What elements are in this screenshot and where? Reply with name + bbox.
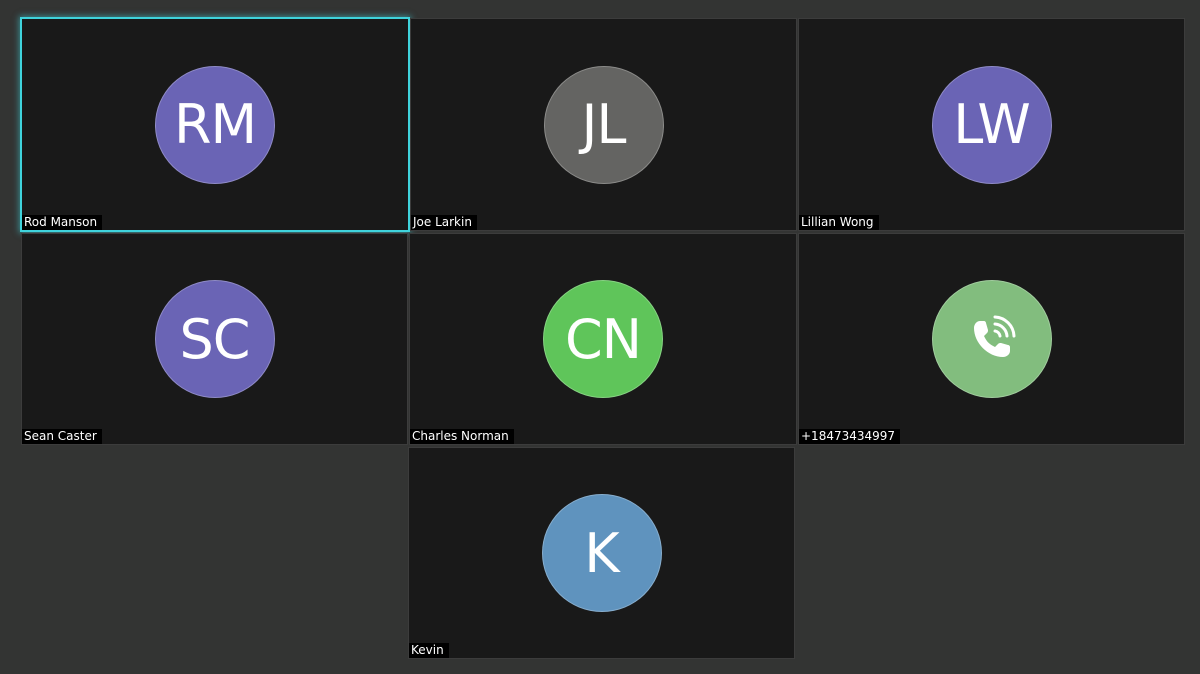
avatar: RM: [155, 65, 275, 184]
participant-name: Rod Manson: [22, 215, 103, 230]
participant-name: +18473434997: [799, 429, 901, 444]
participant-tile-lillian-wong[interactable]: LW Lillian Wong: [798, 18, 1185, 231]
avatar: K: [541, 494, 662, 612]
participant-name: Joe Larkin: [411, 215, 477, 230]
participant-tile-charles-norman[interactable]: CN Charles Norman: [409, 233, 797, 445]
participant-name: Kevin: [409, 643, 449, 658]
participant-name: Sean Caster: [22, 429, 102, 444]
participant-tile-phone[interactable]: +18473434997: [798, 233, 1185, 445]
phone-call-icon: [973, 315, 1015, 357]
avatar: SC: [154, 280, 275, 398]
avatar: CN: [543, 280, 663, 398]
avatar: [931, 280, 1052, 398]
participant-tile-kevin[interactable]: K Kevin: [408, 447, 795, 659]
participant-tile-sean-caster[interactable]: SC Sean Caster: [21, 233, 408, 445]
participant-tile-joe-larkin[interactable]: JL Joe Larkin: [410, 18, 797, 231]
avatar: JL: [543, 65, 664, 184]
participant-name: Lillian Wong: [799, 215, 879, 230]
avatar: LW: [931, 65, 1052, 184]
participant-name: Charles Norman: [410, 429, 514, 444]
participant-tile-rod-manson[interactable]: RM Rod Manson: [20, 17, 410, 232]
